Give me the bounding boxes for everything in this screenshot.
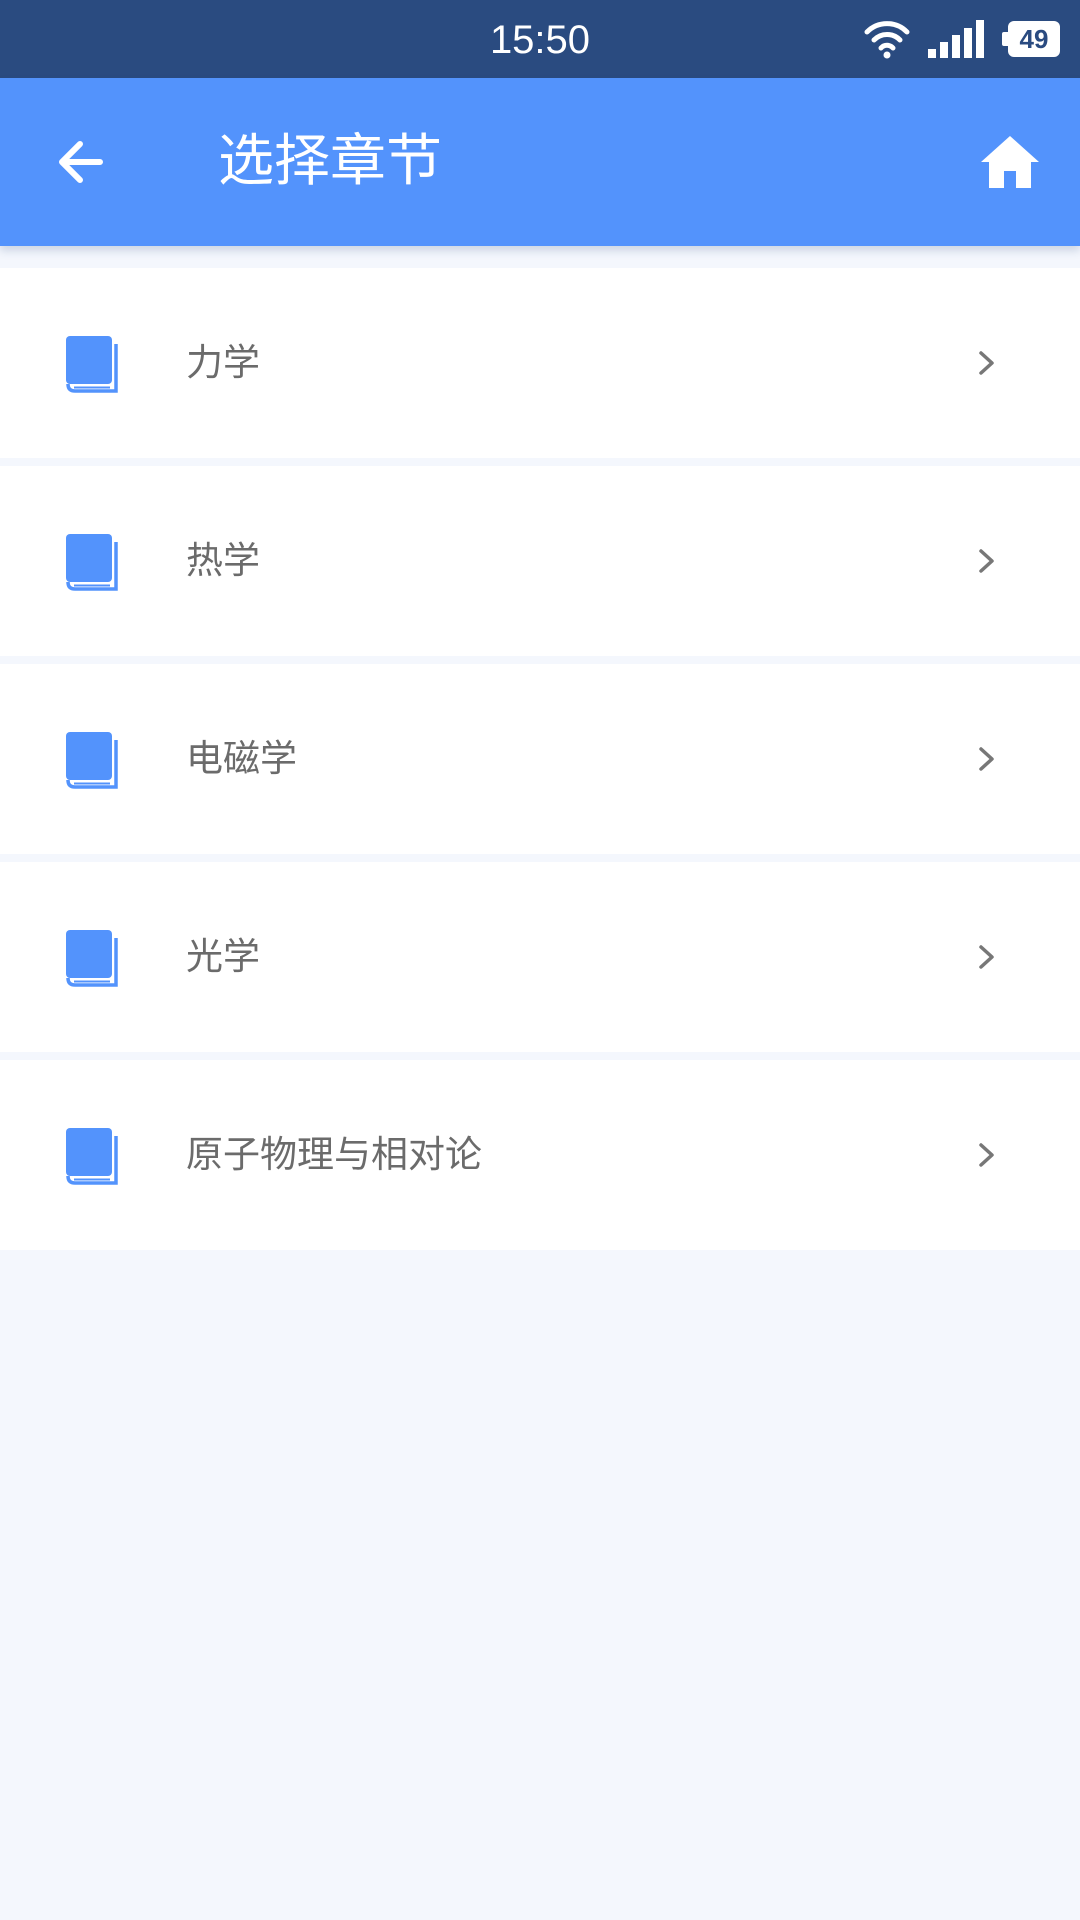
chapter-label: 热学 (186, 539, 260, 582)
book-icon (66, 930, 118, 987)
status-icons: 49 (864, 18, 1060, 60)
page-title: 选择章节 (218, 129, 442, 194)
wifi-icon (864, 21, 910, 59)
chapter-item[interactable]: 光学 (0, 862, 1080, 1052)
chapter-label: 光学 (186, 935, 260, 978)
chevron-right-icon (979, 945, 994, 969)
battery-icon: 49 (1002, 21, 1060, 57)
chapter-item[interactable]: 力学 (0, 268, 1080, 458)
chevron-right-icon (979, 549, 994, 573)
chapter-list: 力学 热学 电磁学 光学 原子物理与相对论 (0, 268, 1080, 1258)
book-icon (66, 732, 118, 789)
battery-level: 49 (1019, 24, 1049, 54)
chapter-label: 原子物理与相对论 (186, 1133, 482, 1176)
chapter-item[interactable]: 电磁学 (0, 664, 1080, 854)
chapter-label: 力学 (186, 341, 260, 384)
chevron-right-icon (979, 1143, 994, 1167)
back-button[interactable] (40, 122, 120, 202)
chapter-label: 电磁学 (186, 737, 297, 780)
home-icon (981, 136, 1039, 188)
status-bar: 15:50 49 (0, 0, 1080, 78)
chevron-right-icon (979, 351, 994, 375)
app-bar: 选择章节 (0, 78, 1080, 246)
home-button[interactable] (970, 122, 1050, 202)
book-icon (66, 336, 118, 393)
chapter-item[interactable]: 热学 (0, 466, 1080, 656)
book-icon (66, 534, 118, 591)
chevron-right-icon (979, 747, 994, 771)
signal-icon (928, 20, 984, 58)
book-icon (66, 1128, 118, 1185)
chapter-item[interactable]: 原子物理与相对论 (0, 1060, 1080, 1250)
arrow-left-icon (59, 141, 103, 183)
